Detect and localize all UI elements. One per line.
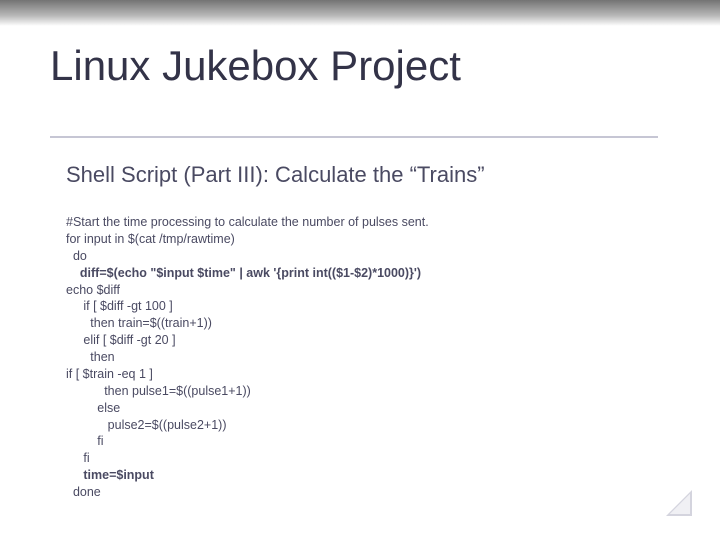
code-block: #Start the time processing to calculate … — [66, 214, 429, 501]
code-line: pulse2=$((pulse2+1)) — [66, 418, 227, 432]
code-line: for input in $(cat /tmp/rawtime) — [66, 232, 235, 246]
code-line: if [ $train -eq 1 ] — [66, 367, 153, 381]
code-line: done — [66, 485, 101, 499]
code-line: elif [ $diff -gt 20 ] — [66, 333, 176, 347]
code-line: fi — [66, 434, 104, 448]
code-line: fi — [66, 451, 90, 465]
code-line: then train=$((train+1)) — [66, 316, 212, 330]
slide: Linux Jukebox Project Shell Script (Part… — [0, 0, 720, 540]
horizontal-rule — [50, 136, 658, 138]
top-shadow — [0, 0, 720, 26]
slide-title: Linux Jukebox Project — [50, 42, 461, 90]
slide-subtitle: Shell Script (Part III): Calculate the “… — [66, 162, 485, 188]
page-curl-icon — [666, 490, 692, 516]
code-line: #Start the time processing to calculate … — [66, 215, 429, 229]
code-line: if [ $diff -gt 100 ] — [66, 299, 173, 313]
code-line: else — [66, 401, 120, 415]
code-line: then — [66, 350, 115, 364]
code-line-bold: diff=$(echo "$input $time" | awk '{print… — [66, 266, 421, 280]
code-line: then pulse1=$((pulse1+1)) — [66, 384, 251, 398]
code-line-bold: time=$input — [66, 468, 154, 482]
code-line: do — [66, 249, 87, 263]
code-line: echo $diff — [66, 283, 120, 297]
